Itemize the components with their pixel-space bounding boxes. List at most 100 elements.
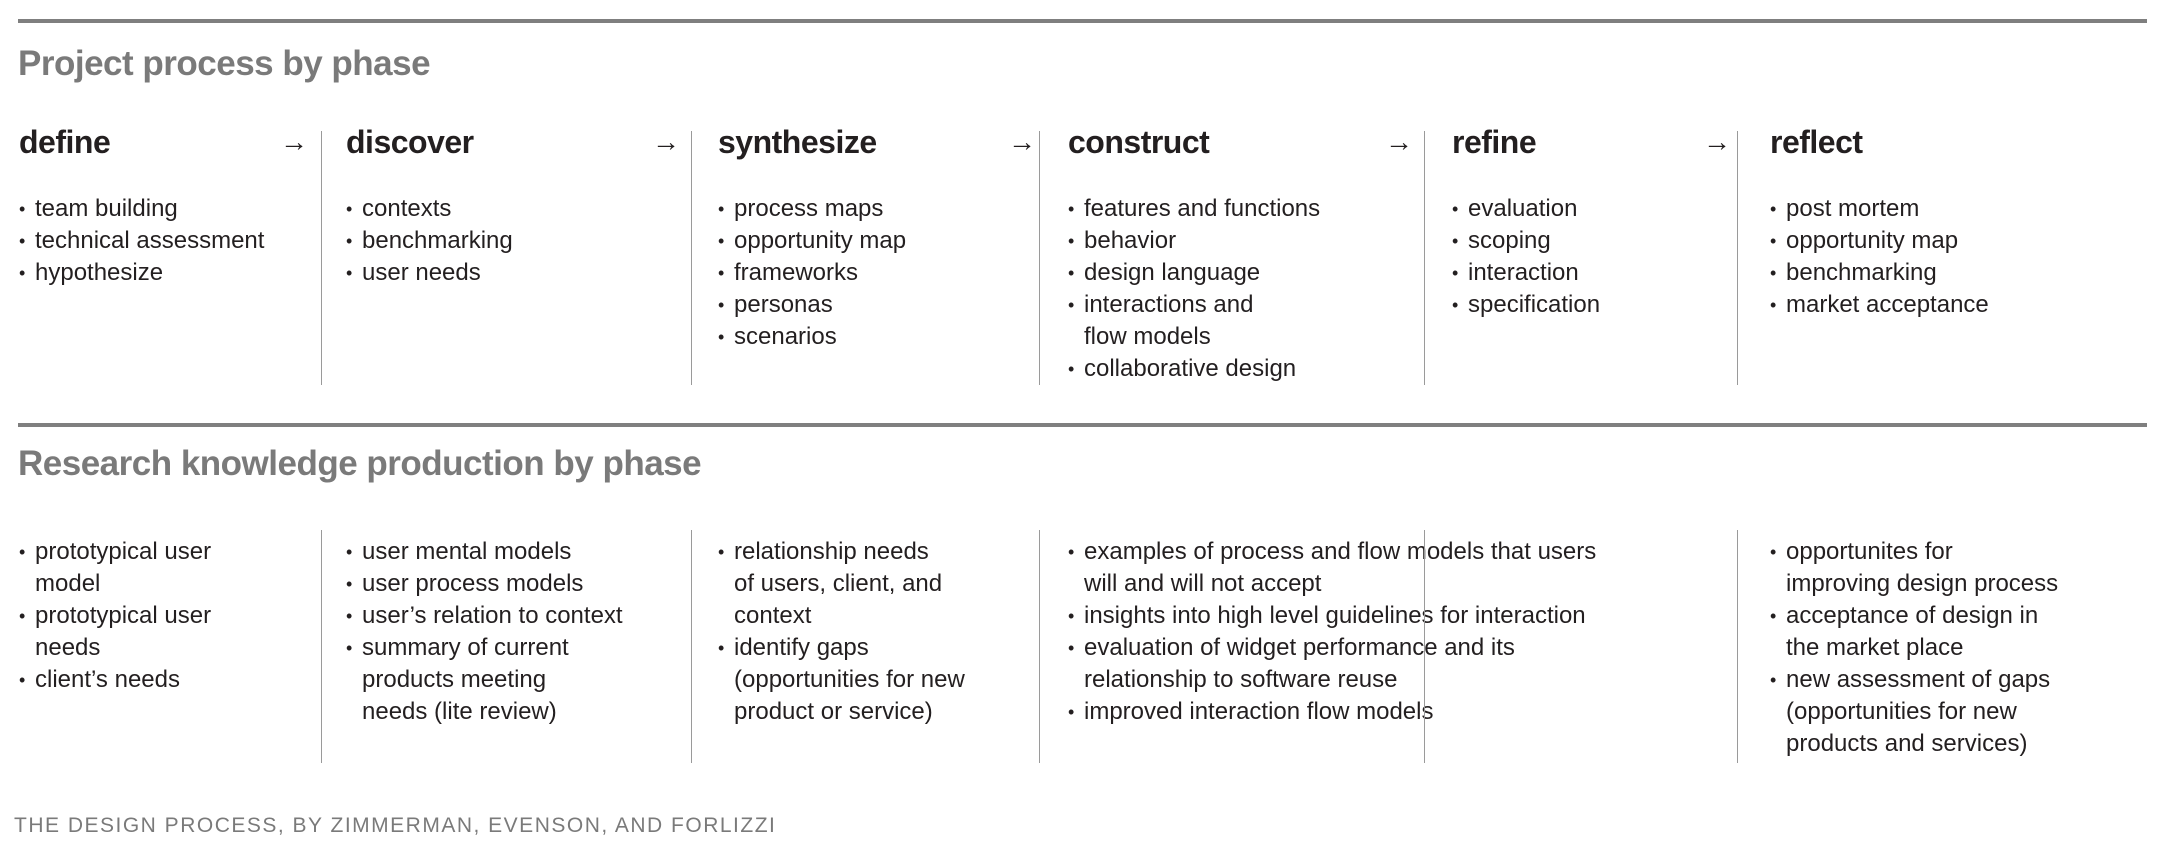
list-item: collaborative design xyxy=(1068,353,1320,385)
list-item: benchmarking xyxy=(346,225,513,257)
list-item-line: products and services) xyxy=(1786,730,2028,757)
list-item-line: opportunity map xyxy=(734,227,907,254)
list-item-line: examples of process and flow models that… xyxy=(1084,538,1597,565)
phase-heading-discover: discover xyxy=(346,124,474,160)
list-item: scoping xyxy=(1452,225,1600,257)
list-item-line: improving design process xyxy=(1786,570,2059,597)
phase-heading-reflect: reflect xyxy=(1770,124,1863,160)
list-item: prototypical user model xyxy=(19,536,211,600)
list-item-line: evaluation xyxy=(1468,195,1578,222)
list-item-line: features and functions xyxy=(1084,195,1321,222)
list-item-line: the market place xyxy=(1786,634,1964,661)
list-item-line: evaluation of widget performance and its xyxy=(1084,634,1515,661)
list-item: client’s needs xyxy=(19,664,211,696)
list-item-line: (opportunities for new xyxy=(734,666,965,693)
list-item: examples of process and flow models that… xyxy=(1068,536,1596,600)
list-item-line: prototypical user xyxy=(35,602,212,629)
arrow-right-icon: → xyxy=(1008,126,1036,157)
list-item-line: user’s relation to context xyxy=(362,602,623,629)
column-divider xyxy=(1039,131,1040,385)
bullet-list: user mental models user process models use… xyxy=(346,536,623,728)
list-item: interaction xyxy=(1452,257,1600,289)
list-item-line: new assessment of gaps xyxy=(1786,666,2051,693)
list-item-line: user needs xyxy=(362,259,481,286)
list-item-line: improved interaction flow models xyxy=(1084,698,1434,725)
list-item-line: client’s needs xyxy=(35,666,180,693)
list-item-line: of users, client, and xyxy=(734,570,943,597)
list-item: user process models xyxy=(346,568,623,600)
list-item: features and functions xyxy=(1068,193,1320,225)
top-rule xyxy=(18,19,2147,23)
list-item-line: flow models xyxy=(1084,323,1211,350)
section-title-research: Research knowledge production by phase xyxy=(18,444,702,483)
list-item: evaluation xyxy=(1452,193,1600,225)
list-item-line: user process models xyxy=(362,570,584,597)
list-item: scenarios xyxy=(718,321,906,353)
list-item-line: model xyxy=(35,570,101,597)
bullet-list: evaluation scoping interaction specificatio… xyxy=(1452,193,1600,321)
bullet-list: relationship needs of users, client, and c… xyxy=(718,536,965,728)
bullet-list: features and functions behavior design lan… xyxy=(1068,193,1320,385)
list-item-line: behavior xyxy=(1084,227,1177,254)
list-item: user’s relation to context xyxy=(346,600,623,632)
bullet-list: opportunites for improving design process… xyxy=(1770,536,2058,760)
list-item-line: specification xyxy=(1468,291,1601,318)
list-item-line: summary of current xyxy=(362,634,569,661)
bullet-list: examples of process and flow models that… xyxy=(1068,536,1596,728)
phase-heading-refine: refine xyxy=(1452,124,1537,160)
list-item-line: opportunites for xyxy=(1786,538,1953,565)
bullet-list: contexts benchmarking user needs xyxy=(346,193,513,289)
list-item-line: (opportunities for new xyxy=(1786,698,2017,725)
arrow-right-icon: → xyxy=(1385,126,1413,157)
column-divider xyxy=(1424,530,1425,763)
section-title-process: Project process by phase xyxy=(18,44,431,83)
list-item: improved interaction flow models xyxy=(1068,696,1596,728)
list-item: frameworks xyxy=(718,257,906,289)
list-item: identify gaps (opportunities for new produ… xyxy=(718,632,965,728)
list-item-line: prototypical user xyxy=(35,538,212,565)
column-divider xyxy=(1424,131,1425,385)
list-item: market acceptance xyxy=(1770,289,1989,321)
list-item: insights into high level guidelines for … xyxy=(1068,600,1596,632)
list-item: opportunity map xyxy=(718,225,906,257)
list-item: team building xyxy=(19,193,264,225)
phase-heading-synthesize: synthesize xyxy=(718,124,877,160)
list-item-line: personas xyxy=(734,291,833,318)
list-item-line: product or service) xyxy=(734,698,933,725)
list-item: summary of current products meeting needs … xyxy=(346,632,623,728)
list-item: relationship needs of users, client, and c… xyxy=(718,536,965,632)
arrow-right-icon: → xyxy=(1703,126,1731,157)
column-divider xyxy=(1039,530,1040,763)
column-divider xyxy=(321,131,322,385)
list-item-line: interaction xyxy=(1468,259,1579,286)
list-item-line: process maps xyxy=(734,195,884,222)
column-divider xyxy=(1737,530,1738,763)
list-item-line: will and will not accept xyxy=(1084,570,1322,597)
list-item-line: benchmarking xyxy=(362,227,513,254)
list-item: specification xyxy=(1452,289,1600,321)
list-item: opportunites for improving design process xyxy=(1770,536,2058,600)
list-item-line: acceptance of design in xyxy=(1786,602,2039,629)
column-divider xyxy=(321,530,322,763)
list-item: personas xyxy=(718,289,906,321)
bullet-list: post mortem opportunity map benchmarking ma… xyxy=(1770,193,1989,321)
list-item: contexts xyxy=(346,193,513,225)
list-item: user needs xyxy=(346,257,513,289)
bullet-list: prototypical user model prototypical user n… xyxy=(19,536,211,696)
list-item-line: team building xyxy=(35,195,178,222)
column-divider xyxy=(691,131,692,385)
list-item: post mortem xyxy=(1770,193,1989,225)
list-item: user mental models xyxy=(346,536,623,568)
list-item-line: identify gaps xyxy=(734,634,869,661)
list-item: technical assessment xyxy=(19,225,264,257)
list-item-line: context xyxy=(734,602,812,629)
column-divider xyxy=(691,530,692,763)
list-item: behavior xyxy=(1068,225,1320,257)
list-item-line: needs (lite review) xyxy=(362,698,557,725)
bullet-list: process maps opportunity map frameworks per… xyxy=(718,193,906,353)
arrow-right-icon: → xyxy=(652,126,680,157)
list-item: hypothesize xyxy=(19,257,264,289)
list-item-line: needs xyxy=(35,634,101,661)
list-item: design language xyxy=(1068,257,1320,289)
list-item-line: design language xyxy=(1084,259,1261,286)
